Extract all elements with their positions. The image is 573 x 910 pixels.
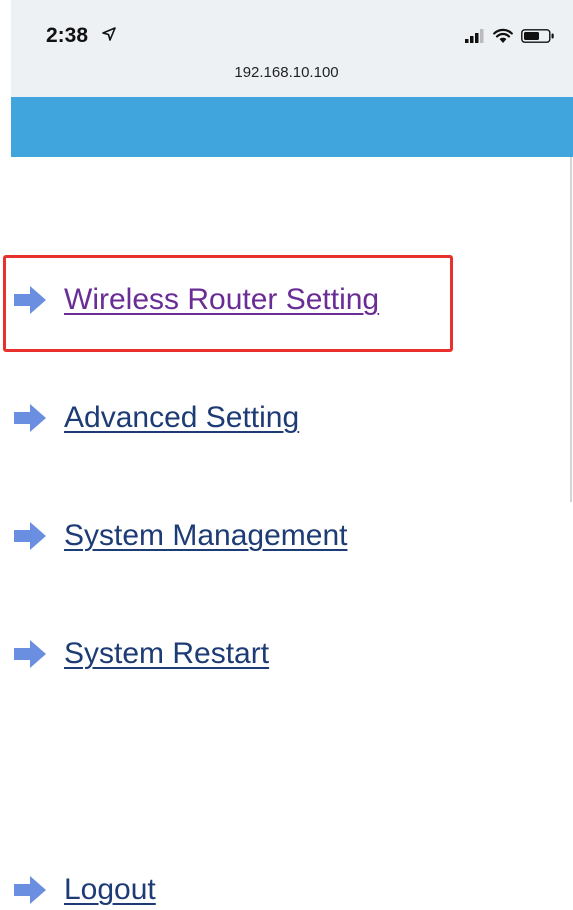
wifi-icon — [493, 28, 513, 43]
arrow-right-icon — [14, 404, 46, 432]
status-bar — [11, 0, 573, 97]
menu-item-logout[interactable]: Logout — [12, 870, 156, 910]
address-bar-url[interactable]: 192.168.10.100 — [0, 64, 573, 81]
system-icons — [465, 28, 555, 44]
page-header-bar — [11, 97, 573, 157]
advanced-setting-link[interactable]: Advanced Setting — [64, 401, 299, 435]
arrow-right-icon — [14, 876, 46, 904]
system-management-link[interactable]: System Management — [64, 519, 347, 553]
logout-link[interactable]: Logout — [64, 873, 156, 907]
arrow-right-icon — [14, 286, 46, 314]
battery-icon — [521, 29, 554, 43]
signal-icon — [465, 29, 484, 43]
menu-item-advanced-setting[interactable]: Advanced Setting — [12, 398, 299, 438]
menu-item-system-restart[interactable]: System Restart — [12, 634, 269, 674]
menu-item-wireless-router-setting[interactable]: Wireless Router Setting — [12, 280, 379, 320]
system-restart-link[interactable]: System Restart — [64, 637, 269, 671]
menu-item-system-management[interactable]: System Management — [12, 516, 347, 556]
frame-divider — [570, 157, 572, 502]
arrow-right-icon — [14, 522, 46, 550]
arrow-right-icon — [14, 640, 46, 668]
location-arrow-icon — [102, 27, 116, 41]
status-time: 2:38 — [46, 24, 89, 47]
wireless-router-setting-link[interactable]: Wireless Router Setting — [64, 283, 379, 317]
